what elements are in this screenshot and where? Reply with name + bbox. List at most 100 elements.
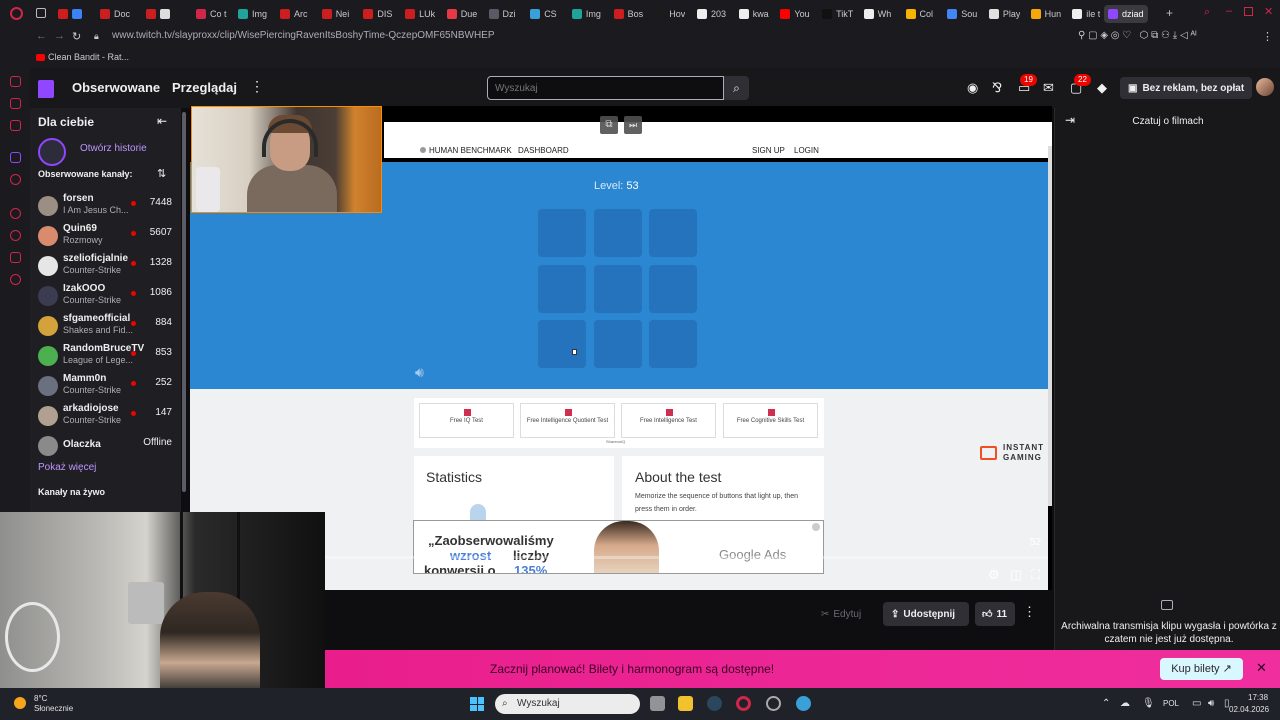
browser-tab[interactable]: Dzi	[488, 5, 516, 23]
browser-tab[interactable]: ile t	[1072, 5, 1100, 23]
forward-arrow-icon[interactable]: →	[54, 30, 65, 42]
collapse-sidebar-icon[interactable]: ⇤	[157, 114, 167, 128]
twitch-icon[interactable]	[10, 152, 21, 163]
language-indicator[interactable]: POL	[1163, 699, 1179, 708]
settings-icon[interactable]: ⚙	[988, 567, 1000, 583]
browser-tab[interactable]: TikT	[822, 5, 853, 23]
start-button[interactable]	[470, 697, 484, 711]
tab-docs[interactable]: Doc	[100, 5, 130, 23]
browser-tab[interactable]: CS	[530, 5, 557, 23]
fullscreen-icon[interactable]: ⛶	[1031, 567, 1040, 583]
url-field[interactable]: www.twitch.tv/slayproxx/clip/WisePiercin…	[112, 30, 495, 41]
maximize-button[interactable]	[1244, 7, 1253, 16]
browser-tab[interactable]: Nei	[321, 5, 349, 23]
microphone-icon[interactable]: 🎙︎	[1142, 698, 1155, 709]
nav-followed[interactable]: Obserwowane	[72, 80, 160, 95]
mail-icon[interactable]: ✉	[1043, 80, 1054, 96]
tab-pinned[interactable]	[58, 5, 82, 23]
no-ads-button[interactable]: ▣ Bez reklam, bez opłat	[1120, 77, 1252, 99]
channel-item[interactable]: forsen I Am Jesus Ch... 7448	[30, 191, 187, 221]
youtube-icon[interactable]	[10, 174, 21, 185]
stories-avatar[interactable]	[38, 138, 66, 166]
popout-icon[interactable]: ⧉	[600, 116, 618, 134]
globe-icon[interactable]	[796, 696, 811, 711]
browser-tab[interactable]: kwa	[738, 5, 769, 23]
clock-date[interactable]: 02.04.2026	[1229, 705, 1269, 714]
browser-tab[interactable]: Co t	[196, 5, 227, 23]
steam-icon[interactable]	[707, 696, 722, 711]
app-icon[interactable]	[766, 696, 781, 711]
reload-icon[interactable]: ↻	[72, 30, 81, 43]
browser-tab[interactable]: DIS	[363, 5, 392, 23]
sidebar-scrollbar[interactable]	[182, 112, 186, 492]
like-button[interactable]: 👍︎ 11	[975, 602, 1015, 626]
sun-icon[interactable]	[14, 697, 26, 709]
clock-time[interactable]: 17:38	[1248, 693, 1268, 702]
sort-icon[interactable]: ⇅	[157, 167, 166, 180]
browser-tab[interactable]: Arc	[280, 5, 308, 23]
extensions-icon[interactable]	[10, 252, 21, 263]
tab-icon[interactable]	[36, 8, 46, 18]
buy-tickets-button[interactable]: Kup bilety ↗	[1160, 658, 1243, 680]
minimize-button[interactable]: –	[1226, 5, 1232, 17]
settings-icon[interactable]	[10, 274, 21, 285]
task-view-icon[interactable]	[650, 696, 665, 711]
search-button[interactable]: ⌕	[724, 76, 749, 100]
user-avatar[interactable]	[1256, 78, 1274, 96]
browser-tab[interactable]: Bos	[613, 5, 643, 23]
twitch-logo-icon[interactable]	[38, 80, 54, 98]
channel-item[interactable]: RandomBruceTV League of Lege... 853	[30, 341, 187, 371]
chat-icon[interactable]	[10, 120, 21, 131]
search-input[interactable]	[487, 76, 724, 100]
channel-item[interactable]: Quin69 Rozmowy 5607	[30, 221, 187, 251]
display-icon[interactable]: ▭	[1192, 698, 1201, 709]
browser-tab[interactable]: Wh	[863, 5, 891, 23]
messenger-icon[interactable]	[10, 98, 21, 109]
file-explorer-icon[interactable]	[678, 696, 693, 711]
vertical-scrollbar[interactable]	[1048, 146, 1052, 506]
browser-tab[interactable]: Col	[905, 5, 933, 23]
browser-tab[interactable]: Play	[988, 5, 1020, 23]
close-button[interactable]: ✕	[1264, 5, 1273, 18]
menu-icon[interactable]: ⋮	[1262, 30, 1273, 43]
play-icon[interactable]	[10, 208, 21, 219]
browser-tab[interactable]: LUk	[405, 5, 435, 23]
channel-item[interactable]: sfgameofficial Shakes and Fid... 884	[30, 311, 187, 341]
tab-active[interactable]: dziad	[1104, 5, 1148, 23]
close-banner-icon[interactable]: ✕	[1256, 660, 1267, 676]
taskbar-search[interactable]: Wyszukaj	[495, 694, 640, 714]
more-options-icon[interactable]: ⋮	[1023, 604, 1036, 620]
channel-item[interactable]: szelioficjalnie Counter-Strike 1328	[30, 251, 187, 281]
channel-item[interactable]: arkadiojose Counter-Strike 147	[30, 401, 187, 431]
browser-tab[interactable]: Img	[571, 5, 601, 23]
channel-item[interactable]: Mamm0n Counter-Strike 252	[30, 371, 187, 401]
tray-app-icon[interactable]: ☁	[1120, 698, 1130, 709]
home-icon[interactable]	[10, 76, 21, 87]
share-button[interactable]: ⇪ Udostępnij	[883, 602, 969, 626]
skip-icon[interactable]: ⏭	[624, 116, 642, 134]
video-progress-bar[interactable]	[324, 556, 1048, 559]
browser-tab[interactable]: Img	[238, 5, 267, 23]
edit-button[interactable]: ✂ Edytuj	[815, 602, 875, 626]
new-tab-button[interactable]: +	[1166, 6, 1173, 20]
tab-audio[interactable]	[146, 5, 170, 23]
open-stories-link[interactable]: Otwórz historie	[80, 143, 147, 154]
show-more-link[interactable]: Pokaż więcej	[38, 462, 96, 473]
tray-chevron-icon[interactable]: ⌃	[1102, 698, 1110, 709]
channel-item[interactable]: IzakOOO Counter-Strike 1086	[30, 281, 187, 311]
browser-tab[interactable]: Sou	[947, 5, 977, 23]
browser-tab[interactable]: You	[780, 5, 810, 23]
theater-mode-icon[interactable]: ◫	[1010, 567, 1022, 583]
browser-tab[interactable]: 203	[697, 5, 726, 23]
bits-icon[interactable]: ◆	[1097, 80, 1107, 96]
browser-tab[interactable]: Hun	[1030, 5, 1061, 23]
browser-tab[interactable]: Hov	[655, 5, 685, 23]
volume-icon[interactable]: 🔊︎	[1208, 698, 1214, 709]
hype-icon[interactable]: ⅋	[992, 80, 1002, 96]
opera-icon[interactable]	[736, 696, 751, 711]
back-arrow-icon[interactable]: ←	[36, 30, 47, 42]
search-icon[interactable]: ⌕	[1204, 6, 1210, 19]
extensions-icon[interactable]: ⚲ ▢ ◈ ◎ ♡ ⬡ ⧉ ⚇ ⤓ ◁ ᴬᴵ	[1078, 30, 1197, 41]
opera-logo-icon[interactable]	[10, 7, 23, 20]
browser-tab[interactable]: Due	[446, 5, 477, 23]
